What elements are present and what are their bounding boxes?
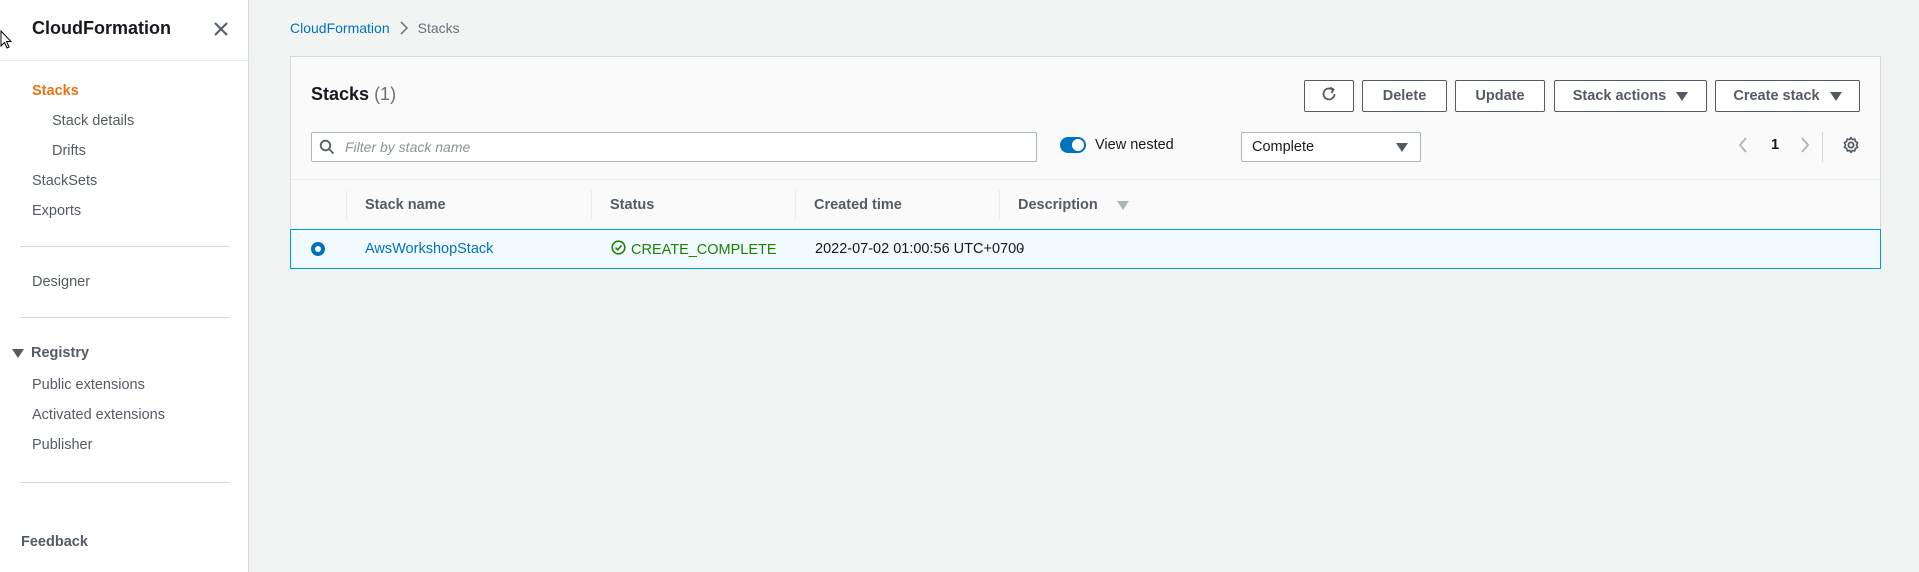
gear-icon[interactable] <box>1842 136 1860 159</box>
caret-down-icon <box>1676 91 1689 101</box>
update-button[interactable]: Update <box>1455 80 1545 112</box>
column-status[interactable]: Status <box>591 180 795 230</box>
breadcrumb: CloudFormation Stacks <box>290 20 460 36</box>
close-icon[interactable] <box>211 19 231 39</box>
sidebar-title: CloudFormation <box>32 18 171 38</box>
created-time-cell: 2022-07-02 01:00:56 UTC+0700 <box>815 241 1025 257</box>
check-circle-icon <box>611 240 626 259</box>
sidebar-section-registry[interactable]: Registry <box>12 345 89 361</box>
search-field[interactable] <box>311 132 1037 162</box>
chevron-right-icon <box>400 21 408 35</box>
sidebar-item-stacksets[interactable]: StackSets <box>32 173 97 189</box>
page-number[interactable]: 1 <box>1771 137 1779 153</box>
sidebar-divider <box>20 317 230 318</box>
search-icon <box>319 139 335 155</box>
caret-down-icon <box>1396 142 1408 152</box>
column-description[interactable]: Description <box>999 180 1299 230</box>
create-stack-label: Create stack <box>1733 88 1820 104</box>
caret-down-icon <box>12 348 24 358</box>
page-title: Stacks (1) <box>311 84 396 105</box>
description-cell: - <box>1019 241 1024 257</box>
caret-down-icon <box>1829 91 1842 101</box>
delete-button[interactable]: Delete <box>1362 80 1447 112</box>
sidebar-item-activated-extensions[interactable]: Activated extensions <box>32 407 165 423</box>
create-stack-button[interactable]: Create stack <box>1715 80 1860 112</box>
mouse-cursor-icon <box>0 29 13 55</box>
sidebar-item-stack-details[interactable]: Stack details <box>52 113 134 129</box>
status-text: CREATE_COMPLETE <box>631 241 777 258</box>
status-filter-select[interactable]: Complete <box>1241 132 1421 162</box>
sidebar-item-public-extensions[interactable]: Public extensions <box>32 377 145 393</box>
stack-actions-label: Stack actions <box>1572 88 1667 104</box>
sidebar-item-stacks[interactable]: Stacks <box>32 83 79 99</box>
table-header: Stack name Status Created time Descripti… <box>291 179 1880 231</box>
sidebar-item-designer[interactable]: Designer <box>32 274 90 290</box>
feedback-link[interactable]: Feedback <box>21 534 88 550</box>
side-navigation: CloudFormation Stacks Stack details Drif… <box>0 0 249 572</box>
stacks-panel: Stacks (1) Delete Update Stack actions C… <box>290 56 1881 269</box>
chevron-right-icon[interactable] <box>1800 137 1810 158</box>
panel-title-text: Stacks <box>311 84 370 104</box>
breadcrumb-current: Stacks <box>417 20 460 36</box>
column-stack-name[interactable]: Stack name <box>346 180 591 230</box>
status-filter-value: Complete <box>1252 139 1315 155</box>
sidebar-divider <box>20 482 230 483</box>
stack-actions-button[interactable]: Stack actions <box>1554 80 1707 112</box>
sidebar-item-exports[interactable]: Exports <box>32 203 81 219</box>
breadcrumb-cloudformation[interactable]: CloudFormation <box>290 20 390 36</box>
stack-name-link[interactable]: AwsWorkshopStack <box>365 241 493 257</box>
view-nested-label: View nested <box>1095 137 1174 153</box>
status-cell: CREATE_COMPLETE <box>611 240 777 259</box>
pager-divider <box>1822 132 1823 162</box>
stack-count: (1) <box>374 84 397 104</box>
sidebar-item-publisher[interactable]: Publisher <box>32 437 92 453</box>
refresh-button[interactable] <box>1304 80 1354 112</box>
chevron-left-icon[interactable] <box>1738 137 1748 158</box>
sidebar-divider <box>20 246 230 247</box>
sidebar-header-divider <box>0 60 249 61</box>
refresh-icon <box>1320 85 1338 107</box>
table-row[interactable]: AwsWorkshopStack CREATE_COMPLETE 2022-07… <box>290 229 1881 269</box>
row-select-radio[interactable] <box>311 242 325 256</box>
search-input[interactable] <box>343 138 1027 156</box>
sidebar-item-drifts[interactable]: Drifts <box>52 143 86 159</box>
view-nested-toggle[interactable] <box>1060 137 1086 153</box>
column-created-time[interactable]: Created time <box>795 180 999 230</box>
registry-label: Registry <box>31 345 90 361</box>
toggle-knob <box>1072 139 1084 151</box>
